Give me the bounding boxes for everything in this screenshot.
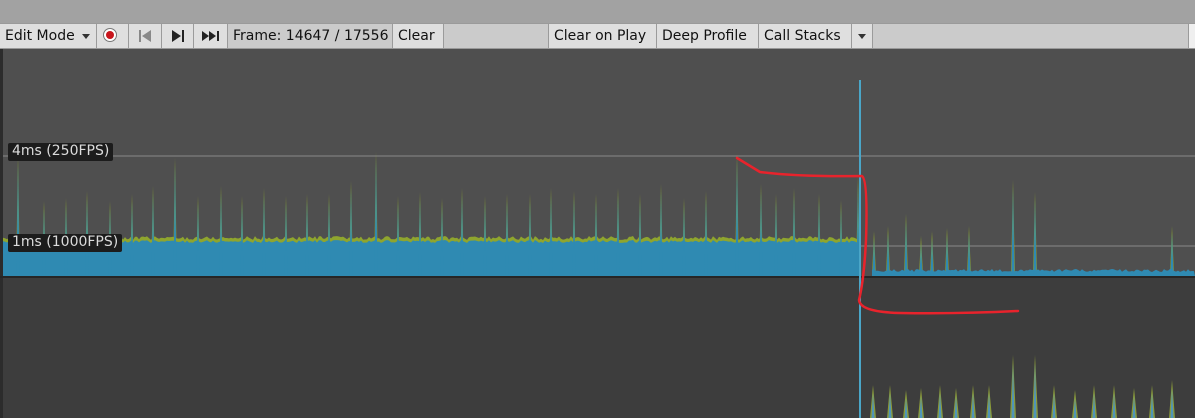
red-annotation bbox=[735, 156, 1020, 315]
profiler-chart-layer bbox=[3, 80, 1195, 418]
lower-graph-spikes bbox=[870, 355, 1175, 418]
label-1ms: 1ms (1000FPS) bbox=[8, 234, 123, 252]
cpu-blue-series bbox=[3, 159, 1195, 276]
label-4ms: 4ms (250FPS) bbox=[8, 143, 114, 161]
